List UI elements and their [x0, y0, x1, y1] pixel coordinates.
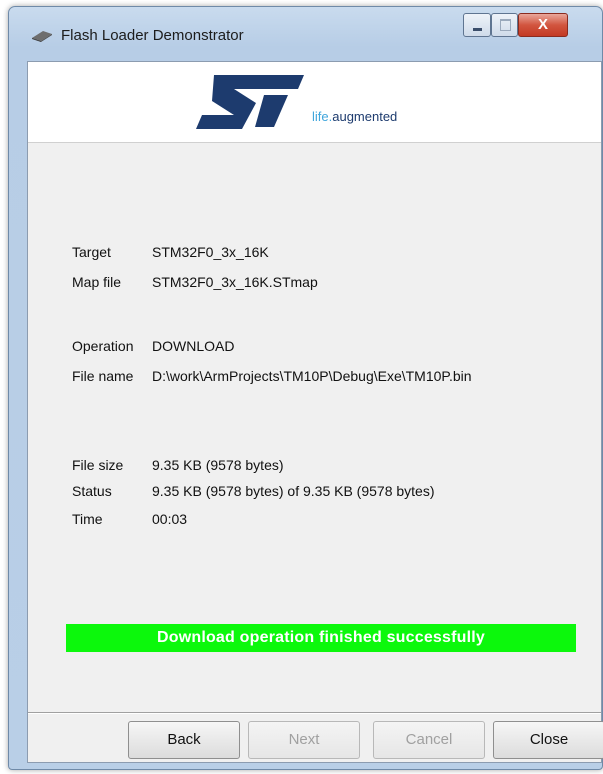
- cancel-button[interactable]: Cancel: [373, 721, 485, 759]
- tagline-life: life.: [312, 109, 333, 124]
- title-bar[interactable]: Flash Loader Demonstrator X: [9, 7, 602, 61]
- header-banner: life.augmented: [28, 62, 601, 143]
- mapfile-value: STM32F0_3x_16K.STmap: [152, 274, 318, 290]
- tagline-rest: augmented: [332, 109, 398, 124]
- filename-label: File name: [72, 368, 134, 384]
- flash-loader-icon: [32, 31, 52, 42]
- filename-value: D:\work\ArmProjects\TM10P\Debug\Exe\TM10…: [152, 368, 472, 384]
- next-button[interactable]: Next: [248, 721, 360, 759]
- close-button[interactable]: Close: [493, 721, 603, 759]
- time-value: 00:03: [152, 511, 188, 527]
- minimize-icon: [473, 28, 482, 31]
- wizard-page: life.augmented Target STM32F0_3x_16K Map…: [27, 61, 603, 763]
- progress-message: Download operation finished successfully: [156, 629, 486, 646]
- operation-label: Operation: [72, 338, 134, 354]
- tagline: life.augmented: [312, 109, 397, 124]
- window-title: Flash Loader Demonstrator: [61, 27, 244, 44]
- target-value: STM32F0_3x_16K: [152, 244, 269, 260]
- operation-value: DOWNLOAD: [152, 338, 235, 354]
- minimize-button[interactable]: [463, 13, 491, 37]
- maximize-icon: [500, 19, 511, 31]
- target-label: Target: [72, 244, 111, 260]
- time-label: Time: [72, 511, 103, 527]
- filesize-label: File size: [72, 457, 124, 473]
- close-icon: X: [537, 16, 548, 33]
- progress-status-bar: Download operation finished successfully: [66, 624, 576, 652]
- filesize-value: 9.35 KB (9578 bytes): [152, 457, 284, 473]
- mapfile-label: Map file: [72, 274, 122, 290]
- maximize-button[interactable]: [491, 13, 518, 37]
- status-label: Status: [72, 483, 112, 499]
- status-value: 9.35 KB (9578 bytes) of 9.35 KB (9578 by…: [152, 483, 435, 499]
- button-separator: [28, 712, 601, 714]
- back-button[interactable]: Back: [128, 721, 240, 759]
- close-window-button[interactable]: X: [518, 13, 568, 37]
- app-window: Flash Loader Demonstrator X life.augment…: [8, 6, 603, 770]
- st-logo: [196, 75, 304, 129]
